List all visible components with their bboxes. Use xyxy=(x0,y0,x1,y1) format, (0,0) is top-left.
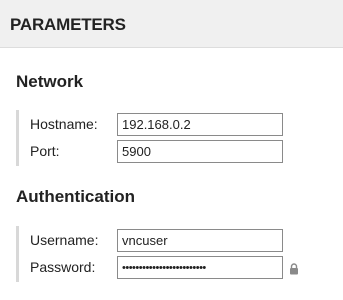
password-label: Password: xyxy=(30,259,96,275)
username-label: Username: xyxy=(30,232,99,248)
username-input[interactable] xyxy=(117,229,283,252)
authentication-group: Username: Password: xyxy=(16,226,326,282)
page-title: PARAMETERS xyxy=(10,15,126,34)
section-title-authentication: Authentication xyxy=(16,187,135,206)
parameters-header: PARAMETERS xyxy=(0,0,343,48)
port-input[interactable] xyxy=(117,140,283,163)
section-title-network: Network xyxy=(16,72,84,91)
hostname-label: Hostname: xyxy=(30,116,98,132)
port-row: Port: xyxy=(19,140,329,164)
hostname-input[interactable] xyxy=(117,113,283,136)
port-label: Port: xyxy=(30,143,60,159)
lock-icon xyxy=(290,263,298,275)
network-group: Hostname: Port: xyxy=(16,110,326,166)
username-row: Username: xyxy=(19,229,329,253)
hostname-row: Hostname: xyxy=(19,113,329,137)
password-row: Password: xyxy=(19,256,329,280)
password-input[interactable] xyxy=(117,256,283,279)
